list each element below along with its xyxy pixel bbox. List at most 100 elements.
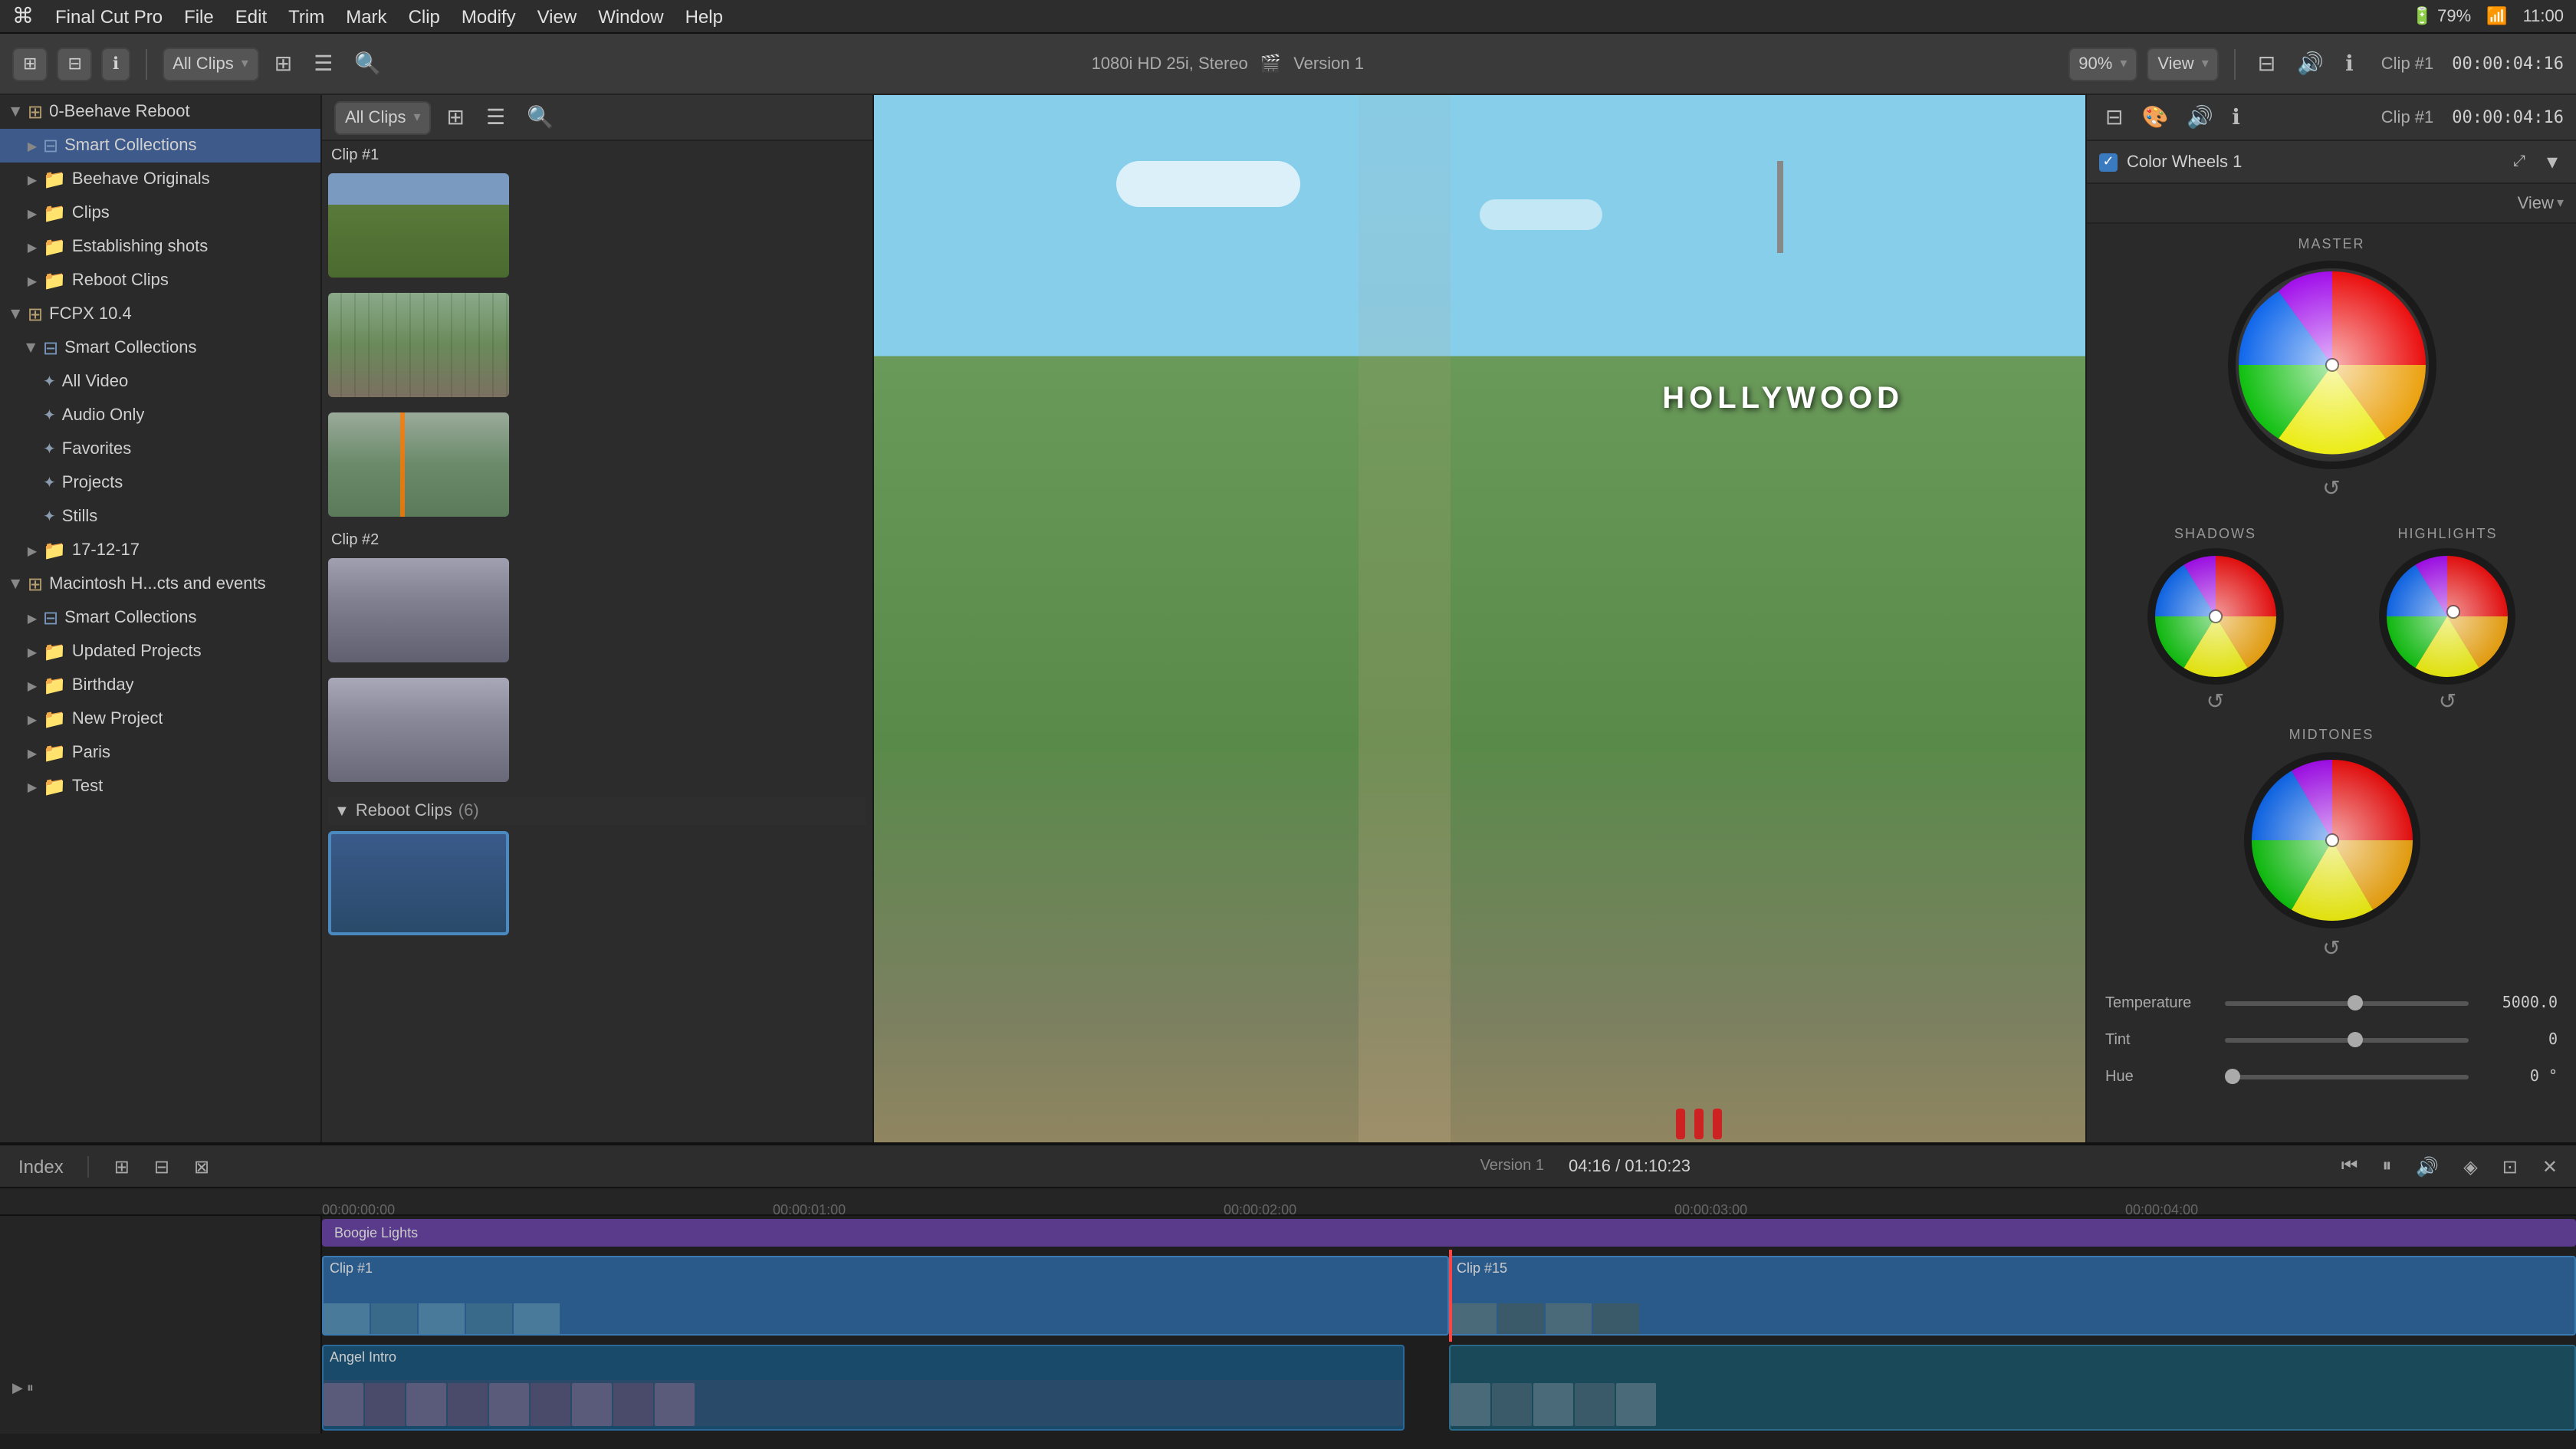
second-audio-clip[interactable] (1449, 1345, 2576, 1431)
menu-help[interactable]: Help (685, 5, 723, 27)
clip-thumbnail-2[interactable] (328, 293, 509, 397)
menu-trim[interactable]: Trim (288, 5, 324, 27)
sidebar-label: Favorites (62, 440, 132, 458)
index-btn[interactable]: Index (12, 1155, 70, 1177)
browser-button[interactable]: ⊟ (57, 47, 92, 80)
clip1-block[interactable]: Clip #1 (322, 1256, 1449, 1336)
timeline-snap-btn[interactable]: ⊠ (188, 1155, 215, 1177)
inspector-layout-btn[interactable]: ⊟ (2099, 101, 2129, 133)
sidebar-item-audio-only[interactable]: ✦ Audio Only (0, 399, 320, 432)
browser-search-btn[interactable]: 🔍 (521, 101, 560, 133)
sidebar-item-birthday[interactable]: ▶ 📁 Birthday (0, 669, 320, 702)
clip15-block[interactable]: Clip #15 (1449, 1256, 2576, 1336)
timeline-play-btn[interactable]: ⏸ (2376, 1155, 2397, 1178)
midtones-wheel[interactable] (2239, 748, 2423, 932)
all-clips-dropdown[interactable]: All Clips ▾ (334, 100, 432, 134)
shadows-reset-btn[interactable]: ↺ (2206, 688, 2224, 715)
color-wheels-expand[interactable]: ⤢ (2507, 150, 2532, 173)
search-icon[interactable]: 🔍 (348, 48, 387, 80)
menu-window[interactable]: Window (598, 5, 663, 27)
layout-icon[interactable]: ⊟ (2252, 48, 2282, 80)
sidebar-item-17-12-17[interactable]: ▶ 📁 17-12-17 (0, 534, 320, 567)
clip-thumbnail-4[interactable] (328, 558, 509, 662)
timeline-solo-btn[interactable]: ◈ (2457, 1155, 2483, 1177)
shadows-label: SHADOWS (2174, 526, 2256, 541)
timeline-audio-btn[interactable]: 🔊 (2410, 1155, 2445, 1177)
apple-menu[interactable]: ⌘ (12, 3, 34, 29)
info-icon[interactable]: ℹ (2339, 48, 2360, 80)
sidebar-item-stills[interactable]: ✦ Stills (0, 500, 320, 534)
sidebar-item-0beehave[interactable]: ▶ ⊞ 0-Beehave Reboot (0, 95, 320, 129)
inspector-color-btn[interactable]: 🎨 (2135, 101, 2174, 133)
boogie-lights-bar[interactable]: Boogie Lights (322, 1219, 2576, 1247)
timeline-mode-btn[interactable]: ⊡ (2496, 1155, 2524, 1177)
sidebar-item-macintosh[interactable]: ▶ ⊞ Macintosh H...cts and events (0, 567, 320, 601)
view-label: View (2518, 194, 2554, 212)
sidebar-item-paris[interactable]: ▶ 📁 Paris (0, 736, 320, 770)
sidebar-item-beehave-originals[interactable]: ▶ 📁 Beehave Originals (0, 163, 320, 196)
tint-thumb[interactable] (2347, 1032, 2362, 1047)
gear-icon: ✦ (43, 475, 56, 491)
temperature-thumb[interactable] (2347, 995, 2362, 1010)
temperature-track[interactable] (2225, 1001, 2469, 1005)
browser-layout-btn[interactable]: ⊞ (441, 101, 471, 133)
library-button[interactable]: ⊞ (12, 47, 48, 80)
angel-intro-clip[interactable]: Angel Intro (322, 1345, 1404, 1431)
menu-modify[interactable]: Modify (462, 5, 516, 27)
sidebar-item-favorites[interactable]: ✦ Favorites (0, 432, 320, 466)
shadows-wheel[interactable] (2147, 547, 2285, 685)
clip-thumbnail-5[interactable] (328, 678, 509, 782)
master-reset-btn[interactable]: ↺ (2322, 475, 2340, 501)
tint-row: Tint 0 (2105, 1023, 2558, 1056)
inspector-audio-btn[interactable]: 🔊 (2180, 101, 2220, 133)
menu-file[interactable]: File (184, 5, 214, 27)
timeline-layout-btn[interactable]: ⊞ (108, 1155, 136, 1177)
color-wheels-dropdown[interactable]: ▾ (2541, 146, 2564, 178)
sidebar-item-projects[interactable]: ✦ Projects (0, 466, 320, 500)
filter-icon[interactable]: ⊞ (268, 48, 298, 80)
menu-clip[interactable]: Clip (409, 5, 440, 27)
sidebar-item-smart-collections-3[interactable]: ▶ ⊟ Smart Collections (0, 601, 320, 635)
menu-view[interactable]: View (537, 5, 577, 27)
clip-thumbnail-3[interactable] (328, 412, 509, 517)
midtones-reset-btn[interactable]: ↺ (2322, 935, 2340, 961)
color-wheels-checkbox[interactable]: ✓ (2099, 153, 2118, 171)
sidebar-item-all-video[interactable]: ✦ All Video (0, 365, 320, 399)
inspector-info-btn[interactable]: ℹ (2226, 101, 2246, 133)
sidebar-item-smart-collections-1[interactable]: ▶ ⊟ Smart Collections (0, 129, 320, 163)
all-clips-button[interactable]: All Clips ▾ (162, 47, 259, 80)
speaker-icon[interactable]: 🔊 (2291, 48, 2330, 80)
highlights-label: HIGHLIGHTS (2397, 526, 2497, 541)
shadows-wheel-svg (2147, 547, 2285, 685)
sidebar-item-updated-projects[interactable]: ▶ 📁 Updated Projects (0, 635, 320, 669)
sidebar-item-clips[interactable]: ▶ 📁 Clips (0, 196, 320, 230)
sidebar-item-reboot-clips[interactable]: ▶ 📁 Reboot Clips (0, 264, 320, 297)
play-btn[interactable]: ⏮ (2335, 1155, 2364, 1178)
reboot-clip-1[interactable] (328, 831, 509, 935)
inspector-button[interactable]: ℹ (102, 47, 130, 80)
sidebar-item-test[interactable]: ▶ 📁 Test (0, 770, 320, 803)
hue-track[interactable] (2225, 1074, 2469, 1079)
highlights-wheel[interactable] (2379, 547, 2517, 685)
timeline-grid-btn[interactable]: ⊟ (148, 1155, 176, 1177)
menu-mark[interactable]: Mark (346, 5, 386, 27)
menu-edit[interactable]: Edit (235, 5, 267, 27)
sidebar-item-smart-collections-2[interactable]: ▶ ⊟ Smart Collections (0, 331, 320, 365)
grid-icon[interactable]: ☰ (307, 48, 339, 80)
reboot-clips-section[interactable]: ▼ Reboot Clips (6) (328, 797, 866, 825)
timeline-close-btn[interactable]: ✕ (2536, 1155, 2564, 1177)
inspector-sliders: Temperature 5000.0 Tint 0 Hue (2099, 986, 2564, 1093)
hue-thumb[interactable] (2225, 1069, 2240, 1084)
highlights-reset-btn[interactable]: ↺ (2439, 688, 2456, 715)
clip-thumbnail-1[interactable] (328, 173, 509, 278)
zoom-button[interactable]: 90% ▾ (2068, 47, 2137, 80)
sidebar-item-fcpx[interactable]: ▶ ⊞ FCPX 10.4 (0, 297, 320, 331)
browser-grid-btn[interactable]: ☰ (480, 101, 511, 133)
master-wheel[interactable] (2224, 258, 2439, 472)
sidebar-item-new-project[interactable]: ▶ 📁 New Project (0, 702, 320, 736)
menu-finalcutpro[interactable]: Final Cut Pro (55, 5, 163, 27)
sidebar-item-establishing-shots[interactable]: ▶ 📁 Establishing shots (0, 230, 320, 264)
view-button[interactable]: View ▾ (2147, 47, 2219, 80)
film-icon: 🎬 (1260, 54, 1281, 74)
tint-track[interactable] (2225, 1037, 2469, 1042)
